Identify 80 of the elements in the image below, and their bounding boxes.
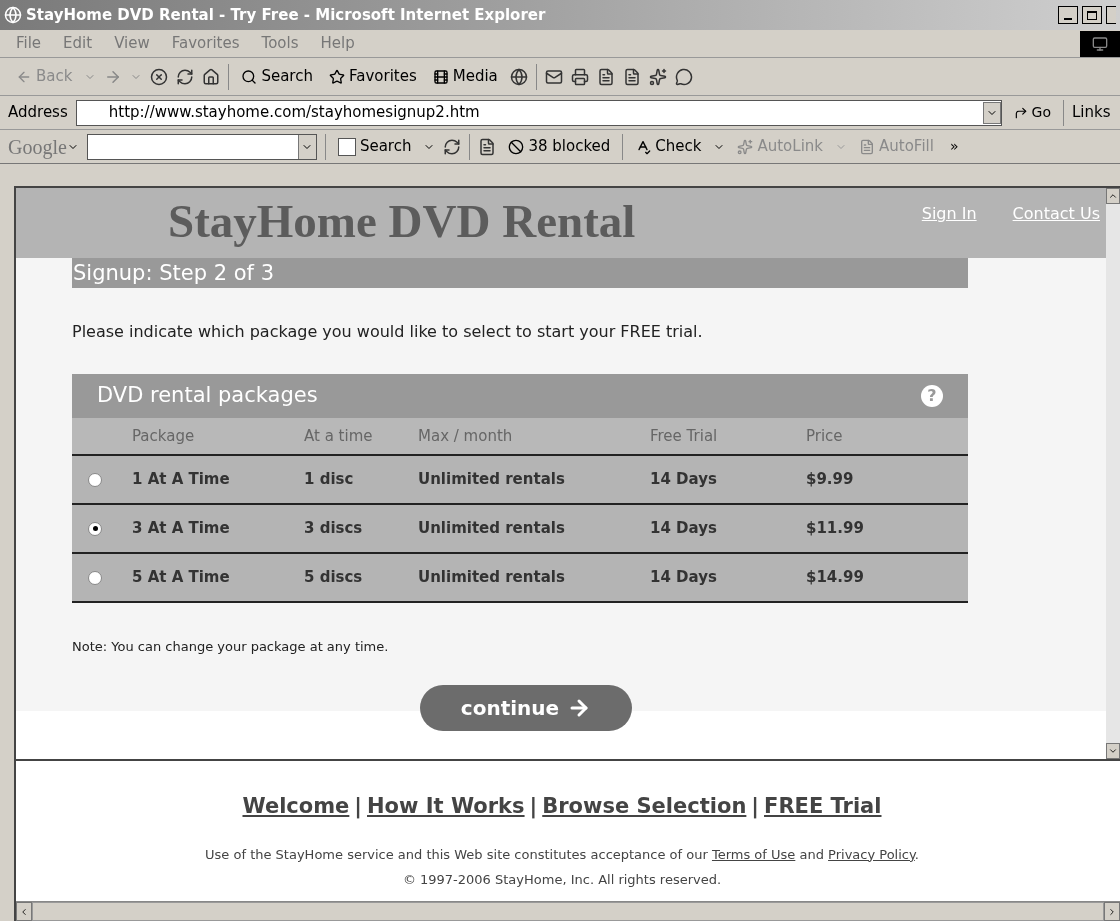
star-icon: [328, 68, 345, 85]
film-icon: [432, 68, 449, 85]
sparkle-icon: [737, 138, 754, 155]
address-field[interactable]: http://www.stayhome.com/stayhomesignup2.htm: [75, 99, 1002, 126]
spell-check-icon: [635, 138, 652, 155]
window-title: StayHome DVD Rental - Try Free - Microsoft Internet Explorer: [26, 4, 547, 26]
spell-check-button[interactable]: Check: [631, 135, 706, 158]
footer-link[interactable]: Browse Selection: [542, 791, 747, 823]
more-button[interactable]: »: [945, 136, 963, 157]
column-header: Max / month: [418, 425, 514, 447]
intro-text: Please indicate which package you would like to select to start your FREE trial.: [72, 321, 704, 343]
dropdown-button[interactable]: [982, 101, 1001, 124]
note-text: Note: You can change your package at any time.: [72, 638, 390, 656]
close-button[interactable]: [1106, 6, 1116, 24]
blocked-icon: [508, 138, 525, 155]
separator: |: [354, 793, 362, 821]
table-cell-text: 14 Days: [650, 567, 718, 589]
go-button[interactable]: Go: [1009, 102, 1055, 123]
media-button[interactable]: Media: [428, 65, 502, 88]
messenger-icon: [674, 67, 693, 86]
address-label: Address: [8, 102, 68, 124]
column-header: Price: [806, 425, 844, 447]
table-cell-text: Unlimited rentals: [418, 567, 566, 589]
radio-button[interactable]: [88, 521, 102, 536]
minimize-button[interactable]: [1058, 6, 1078, 24]
table-cell-text: $9.99: [806, 469, 855, 491]
search-icon: [241, 68, 258, 85]
table-cell-text: 3 At A Time: [132, 518, 231, 540]
scroll-left-icon[interactable]: [19, 906, 29, 917]
column-header: Free Trial: [650, 425, 719, 447]
search-button[interactable]: Search: [237, 65, 317, 88]
privacy-link[interactable]: Privacy Policy: [828, 846, 915, 862]
table-cell-text: 5 At A Time: [132, 567, 231, 589]
page-icon: [622, 67, 641, 86]
copyright-text: © 1997-2006 StayHome, Inc. All rights reserved.: [402, 871, 722, 889]
google-search-button[interactable]: Search: [333, 135, 416, 158]
column-header: Package: [132, 425, 196, 447]
table-cell-text: 1 At A Time: [132, 469, 231, 491]
home-icon: [202, 67, 221, 86]
step-heading: Signup: Step 2 of 3: [72, 258, 968, 288]
table-cell-text: 3 discs: [304, 518, 364, 540]
scroll-down-icon[interactable]: [1108, 746, 1118, 756]
panel-title: DVD rental packages: [97, 382, 319, 410]
stop-icon: [150, 67, 169, 86]
footer-link[interactable]: Welcome: [242, 791, 350, 823]
vertical-scrollbar[interactable]: [1106, 188, 1120, 759]
favorites-button[interactable]: Favorites: [324, 65, 421, 88]
table-cell-text: 5 discs: [304, 567, 364, 589]
mail-icon: [544, 67, 563, 86]
horizontal-scrollbar[interactable]: [16, 901, 1120, 921]
radio-button[interactable]: [88, 570, 102, 585]
dropdown-button[interactable]: [297, 134, 316, 159]
browser-icon: [4, 6, 22, 24]
print-icon: [570, 67, 589, 86]
scroll-right-icon[interactable]: [1107, 906, 1117, 917]
popup-blocker-button[interactable]: 38 blocked: [504, 135, 615, 158]
maximize-button[interactable]: [1082, 6, 1102, 24]
site-title: StayHome DVD Rental: [168, 194, 636, 249]
table-cell-text: Unlimited rentals: [418, 469, 566, 491]
table-cell-text: $11.99: [806, 518, 865, 540]
refresh-icon: [176, 67, 195, 86]
separator: |: [529, 793, 538, 821]
separator: |: [751, 793, 760, 821]
continue-button[interactable]: continue: [420, 685, 632, 731]
footer-link[interactable]: FREE Trial: [764, 791, 882, 823]
table-cell-text: 1 disc: [304, 469, 355, 491]
scroll-up-icon[interactable]: [1108, 191, 1118, 201]
footer-link[interactable]: How It Works: [367, 791, 525, 823]
table-cell-text: Unlimited rentals: [418, 518, 566, 540]
links-button[interactable]: Links: [1072, 101, 1112, 124]
table-cell-text: $14.99: [806, 567, 865, 589]
form-icon: [859, 138, 875, 155]
table-cell-text: 14 Days: [650, 518, 718, 540]
google-search-field[interactable]: [86, 133, 317, 160]
terms-link[interactable]: Terms of Use: [711, 846, 796, 862]
go-arrow-icon: [1013, 105, 1028, 120]
table-cell-text: 14 Days: [650, 469, 718, 491]
column-header: At a time: [304, 425, 374, 447]
legal-text: Use of the StayHome service and this Web site constitutes acceptance of our Terms of Use and Privacy Policy.: [205, 845, 919, 864]
radio-button[interactable]: [88, 472, 102, 487]
